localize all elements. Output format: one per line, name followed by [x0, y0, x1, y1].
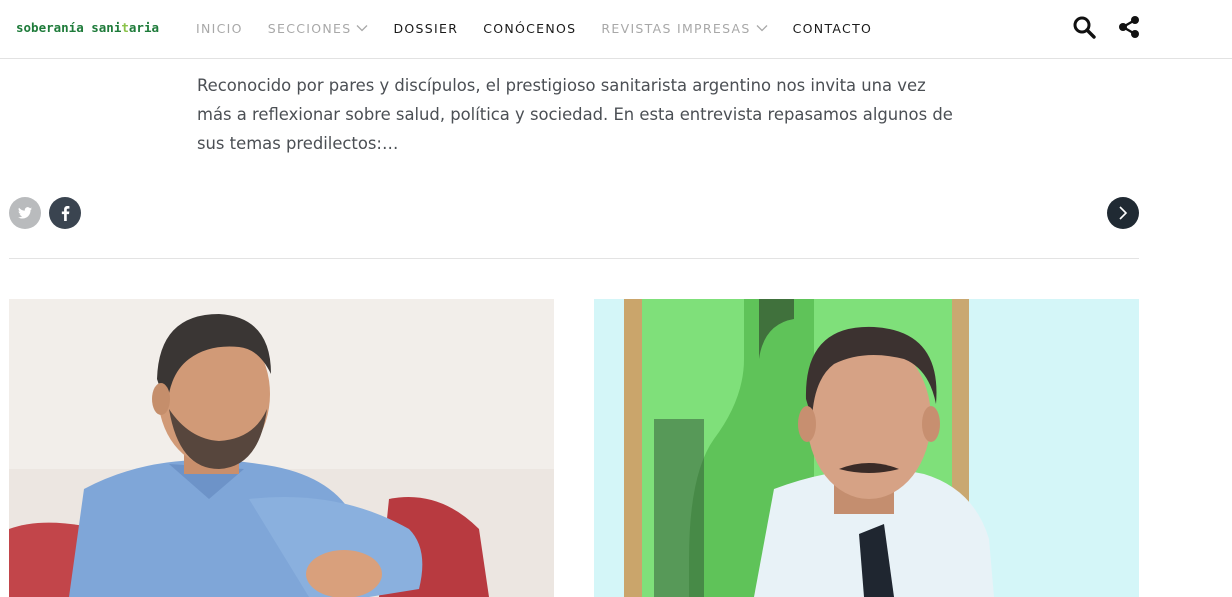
article-excerpt: Reconocido por pares y discípulos, el pr… — [197, 76, 953, 153]
nav-item-label: CONTACTO — [792, 20, 873, 36]
nav-item-contacto[interactable]: CONTACTO — [793, 21, 873, 36]
section-divider — [9, 258, 1139, 259]
share-button[interactable] — [1117, 15, 1141, 39]
nav-item-dossier[interactable]: DOSSIER — [393, 21, 458, 36]
article-card-image[interactable] — [594, 299, 1139, 597]
portrait-man-with-tie — [594, 299, 1139, 597]
nav-item-label: REVISTAS IMPRESAS — [601, 20, 751, 36]
logo-text-end: aria — [128, 20, 159, 35]
header-actions — [1072, 15, 1141, 39]
chevron-right-icon — [1119, 206, 1128, 220]
search-icon — [1073, 16, 1096, 39]
nav-item-inicio[interactable]: INICIO — [196, 21, 243, 36]
logo-text-accent: t — [121, 20, 129, 35]
chevron-down-icon — [357, 25, 368, 32]
nav-item-conocenos[interactable]: CONÓCENOS — [483, 21, 576, 36]
site-logo[interactable]: soberanía sanitaria — [16, 20, 159, 35]
logo-text-main: soberanía sani — [16, 20, 122, 35]
main-nav: INICIO SECCIONES DOSSIER CONÓCENOS REVIS… — [196, 20, 872, 36]
article-card-image[interactable] — [9, 299, 554, 597]
facebook-share-button[interactable] — [49, 197, 81, 229]
facebook-icon — [61, 205, 69, 221]
share-icon — [1119, 16, 1139, 38]
nav-item-label: CONÓCENOS — [483, 20, 577, 36]
nav-item-label: INICIO — [196, 20, 243, 36]
nav-item-revistas-impresas[interactable]: REVISTAS IMPRESAS — [601, 20, 768, 36]
twitter-share-button[interactable] — [9, 197, 41, 229]
portrait-man-blue-shirt — [9, 299, 554, 597]
nav-item-label: SECCIONES — [267, 20, 352, 36]
social-share — [9, 197, 81, 229]
chevron-down-icon — [756, 25, 768, 32]
search-button[interactable] — [1072, 15, 1096, 39]
twitter-icon — [18, 207, 32, 219]
nav-item-secciones[interactable]: SECCIONES — [268, 21, 369, 36]
nav-item-label: DOSSIER — [393, 20, 459, 36]
next-article-button[interactable] — [1107, 197, 1139, 229]
site-header: soberanía sanitaria INICIO SECCIONES DOS… — [0, 0, 1232, 59]
